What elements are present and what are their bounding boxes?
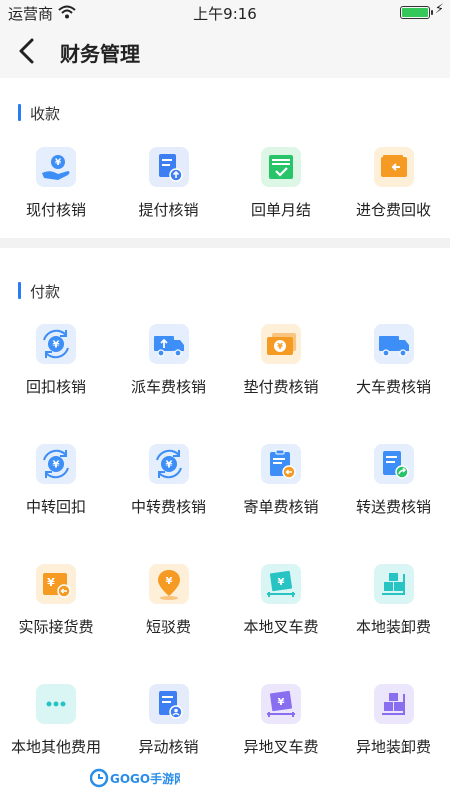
watermark-logo: GOGO手游网 — [89, 768, 186, 788]
status-time: 上午9:16 — [193, 5, 257, 23]
menu-tile-label: 异地装卸费 — [355, 738, 431, 756]
section-divider — [0, 238, 450, 248]
menu-tile[interactable]: 回单月结 — [225, 147, 337, 237]
menu-tile[interactable]: 异动核销 — [113, 684, 225, 774]
menu-tile-label: 现付核销 — [25, 201, 86, 219]
back-button[interactable] — [14, 36, 42, 66]
section-accent-bar — [18, 282, 21, 299]
menu-tile-label: 大车费核销 — [355, 378, 431, 396]
clipboard-return-icon — [261, 444, 301, 484]
boxes-cart-icon — [373, 684, 414, 724]
menu-tile-label: 本地装卸费 — [355, 618, 431, 636]
section-title: 付款 — [30, 283, 61, 301]
menu-tile[interactable]: 派车费核销 — [113, 324, 225, 414]
svg-text:¥: ¥ — [53, 459, 60, 470]
chevron-left-icon — [19, 38, 34, 64]
charging-icon: ⚡ — [434, 2, 444, 17]
menu-tile-label: 进仓费回收 — [355, 201, 431, 219]
menu-tile-label: 提付核销 — [138, 201, 199, 219]
document-upload-icon — [148, 147, 189, 187]
yen-cycle-icon: ¥ — [36, 444, 76, 484]
menu-tile-label: 短驳费 — [145, 618, 191, 636]
boxes-cart-icon — [373, 564, 414, 604]
menu-tile[interactable]: 进仓费回收 — [338, 147, 450, 237]
banknote-icon: ¥ ¥ — [261, 324, 301, 364]
section-title: 收款 — [30, 105, 61, 123]
menu-tile[interactable]: ¥ 中转回扣 — [0, 444, 112, 534]
menu-tile-label: 本地叉车费 — [243, 618, 319, 636]
menu-tile[interactable]: ¥ 短驳费 — [113, 564, 225, 654]
menu-tile[interactable]: 本地装卸费 — [338, 564, 450, 654]
yen-cycle-icon: ¥ — [36, 324, 76, 364]
svg-text:¥: ¥ — [53, 339, 60, 350]
yen-pallet-icon: ¥ — [261, 564, 301, 604]
truck-icon — [373, 324, 414, 364]
menu-tile-label: 中转费核销 — [130, 498, 206, 516]
menu-tile-label: 回单月结 — [250, 201, 311, 219]
status-bar: 运营商 上午9:16 ⚡ — [0, 0, 450, 26]
menu-tile-label: 垫付费核销 — [243, 378, 319, 396]
menu-tile[interactable]: ¥ 中转费核销 — [113, 444, 225, 534]
menu-tile[interactable]: ¥ 回扣核销 — [0, 324, 112, 414]
menu-tile-label: 中转回扣 — [25, 498, 86, 516]
truck-upload-icon — [148, 324, 189, 364]
nav-bar: 财务管理 — [0, 26, 450, 78]
menu-tile[interactable]: ¥ 本地叉车费 — [225, 564, 337, 654]
svg-text:¥: ¥ — [55, 158, 61, 168]
menu-tile[interactable]: ¥ 异地叉车费 — [225, 684, 337, 774]
menu-tile-label: 异动核销 — [138, 738, 199, 756]
svg-text:¥: ¥ — [165, 459, 172, 470]
menu-tile[interactable]: 异地装卸费 — [338, 684, 450, 774]
svg-text:¥: ¥ — [278, 697, 285, 708]
svg-text:¥: ¥ — [47, 576, 55, 589]
menu-tile[interactable]: 大车费核销 — [338, 324, 450, 414]
menu-tile-label: 寄单费核销 — [243, 498, 319, 516]
yen-cycle-icon: ¥ — [148, 444, 189, 484]
svg-text:¥: ¥ — [278, 577, 285, 588]
receipt-check-icon — [261, 147, 301, 187]
menu-tile[interactable]: 本地其他费用 — [0, 684, 112, 774]
menu-tile-label: 实际接货费 — [18, 618, 94, 636]
menu-tile[interactable]: 提付核销 — [113, 147, 225, 237]
menu-tile-label: 转送费核销 — [355, 498, 431, 516]
battery-icon — [400, 6, 433, 19]
menu-tile-label: 异地叉车费 — [243, 738, 319, 756]
cash-hand-icon: ¥ — [36, 147, 76, 187]
page-title: 财务管理 — [60, 42, 140, 66]
document-user-icon — [148, 684, 189, 724]
wallet-return-icon — [373, 147, 414, 187]
menu-tile[interactable]: 转送费核销 — [338, 444, 450, 534]
menu-tile-label: 回扣核销 — [25, 378, 86, 396]
menu-tile[interactable]: ¥ 实际接货费 — [0, 564, 112, 654]
svg-text:¥: ¥ — [165, 576, 172, 587]
menu-tile[interactable]: ¥ 现付核销 — [0, 147, 112, 237]
yen-pallet-icon: ¥ — [261, 684, 301, 724]
document-forward-icon — [373, 444, 414, 484]
yen-box-return-icon: ¥ — [36, 564, 76, 604]
svg-text:¥: ¥ — [277, 342, 283, 351]
section-accent-bar — [18, 104, 21, 121]
menu-tile[interactable]: ¥ ¥ 垫付费核销 — [225, 324, 337, 414]
menu-tile-label: 本地其他费用 — [10, 738, 101, 756]
svg-text:GOGO手游网: GOGO手游网 — [110, 771, 180, 786]
yen-location-icon: ¥ — [148, 564, 189, 604]
dots-icon — [36, 684, 76, 724]
menu-tile-label: 派车费核销 — [130, 378, 206, 396]
menu-tile[interactable]: 寄单费核销 — [225, 444, 337, 534]
